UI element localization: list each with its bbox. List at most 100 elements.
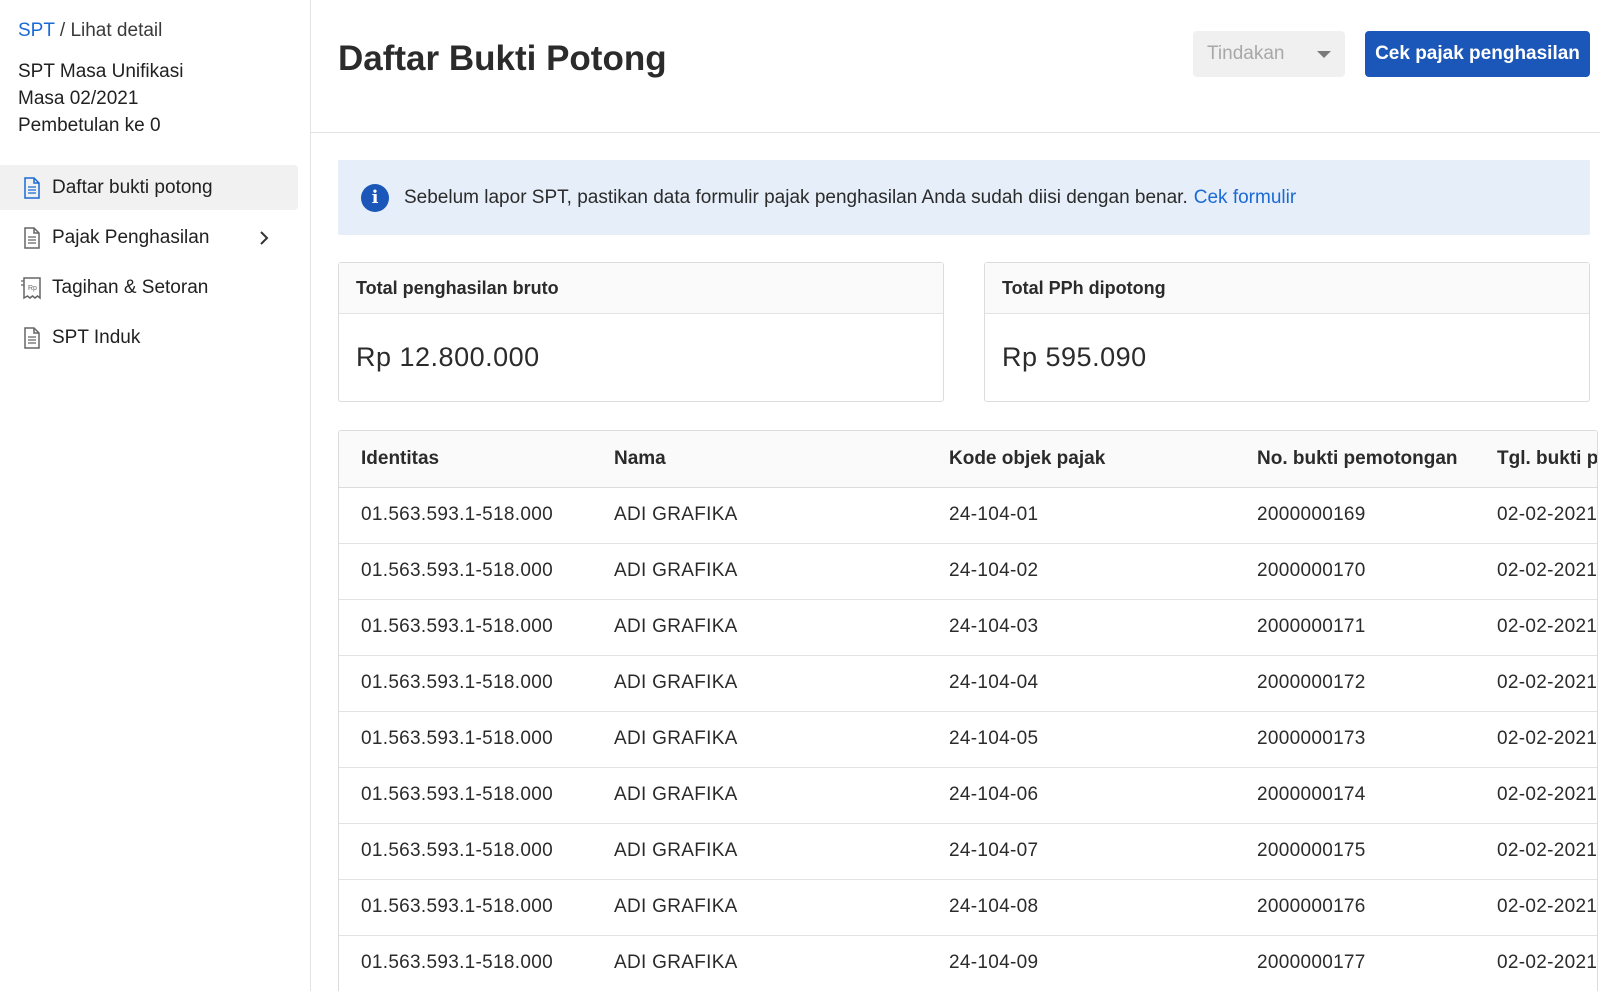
sidebar-item-pajak-penghasilan[interactable]: Pajak Penghasilan [0,215,298,260]
cell-no-bukti: 2000000170 [1235,543,1475,600]
column-header-tgl-bukti: Tgl. bukti potong [1475,431,1597,488]
sidebar-nav: Daftar bukti potong Pajak Penghasilan Rp… [0,165,310,360]
cell-kode-objek-pajak: 24-104-03 [927,599,1235,656]
breadcrumb-separator: / [54,20,71,41]
cell-tgl-bukti: 02-02-2021 [1475,879,1597,936]
cell-identitas: 01.563.593.1-518.000 [339,487,592,544]
sidebar-item-tagihan-setoran[interactable]: Rp Tagihan & Setoran [0,265,298,310]
info-banner: i Sebelum lapor SPT, pastikan data formu… [338,160,1590,235]
cell-nama: ADI GRAFIKA [592,599,927,656]
table-row[interactable]: 01.563.593.1-518.000 ADI GRAFIKA 24-104-08… [339,879,1597,936]
cell-no-bukti: 2000000171 [1235,599,1475,656]
cell-identitas: 01.563.593.1-518.000 [339,879,592,936]
sidebar-item-label: SPT Induk [52,326,141,348]
cell-kode-objek-pajak: 24-104-06 [927,767,1235,824]
info-icon: i [361,183,389,212]
cell-tgl-bukti: 02-02-2021 [1475,823,1597,880]
document-icon [20,326,44,350]
spt-period: Masa 02/2021 [18,88,139,109]
document-icon [20,226,44,250]
page-header: Daftar Bukti Potong Tindakan Cek pajak p… [311,0,1600,133]
spt-info: SPT Masa Unifikasi Masa 02/2021 Pembetul… [0,58,310,139]
cell-no-bukti: 2000000172 [1235,655,1475,712]
cell-no-bukti: 2000000169 [1235,487,1475,544]
sidebar-item-daftar-bukti-potong[interactable]: Daftar bukti potong [0,165,298,210]
breadcrumb-current: Lihat detail [70,20,163,41]
cell-tgl-bukti: 02-02-2021 [1475,543,1597,600]
cell-tgl-bukti: 02-02-2021 [1475,935,1597,991]
cell-kode-objek-pajak: 24-104-05 [927,711,1235,768]
cell-tgl-bukti: 02-02-2021 [1475,767,1597,824]
sidebar-item-label: Pajak Penghasilan [52,226,210,248]
cell-tgl-bukti: 02-02-2021 [1475,655,1597,712]
cell-kode-objek-pajak: 24-104-01 [927,487,1235,544]
table-row[interactable]: 01.563.593.1-518.000 ADI GRAFIKA 24-104-04… [339,655,1597,712]
cell-no-bukti: 2000000174 [1235,767,1475,824]
total-pph-card: Total PPh dipotong Rp 595.090 [984,262,1590,402]
spt-revision: Pembetulan ke 0 [18,115,161,136]
cell-nama: ADI GRAFIKA [592,487,927,544]
table-row[interactable]: 01.563.593.1-518.000 ADI GRAFIKA 24-104-02… [339,543,1597,600]
cell-nama: ADI GRAFIKA [592,655,927,712]
cell-nama: ADI GRAFIKA [592,823,927,880]
cell-identitas: 01.563.593.1-518.000 [339,543,592,600]
total-bruto-label: Total penghasilan bruto [339,263,943,314]
breadcrumb-spt-link[interactable]: SPT [18,20,55,41]
sidebar-item-label: Daftar bukti potong [52,176,213,198]
column-header-kode-objek-pajak: Kode objek pajak [927,431,1235,488]
cell-no-bukti: 2000000176 [1235,879,1475,936]
document-icon [20,176,44,200]
total-pph-label: Total PPh dipotong [985,263,1589,314]
app-root: SPT / Lihat detail SPT Masa Unifikasi Ma… [0,0,1600,991]
cell-kode-objek-pajak: 24-104-04 [927,655,1235,712]
cell-nama: ADI GRAFIKA [592,935,927,991]
total-bruto-card: Total penghasilan bruto Rp 12.800.000 [338,262,944,402]
cek-pajak-penghasilan-button[interactable]: Cek pajak penghasilan [1365,31,1590,77]
cell-identitas: 01.563.593.1-518.000 [339,767,592,824]
table-row[interactable]: 01.563.593.1-518.000 ADI GRAFIKA 24-104-05… [339,711,1597,768]
cek-formulir-link[interactable]: Cek formulir [1194,187,1296,209]
cell-kode-objek-pajak: 24-104-09 [927,935,1235,991]
actions-dropdown[interactable]: Tindakan [1193,31,1345,77]
svg-text:Rp: Rp [28,285,37,292]
table-row[interactable]: 01.563.593.1-518.000 ADI GRAFIKA 24-104-06… [339,767,1597,824]
actions-dropdown-label: Tindakan [1207,43,1285,64]
table-row[interactable]: 01.563.593.1-518.000 ADI GRAFIKA 24-104-07… [339,823,1597,880]
cell-tgl-bukti: 02-02-2021 [1475,711,1597,768]
cell-no-bukti: 2000000177 [1235,935,1475,991]
table-row[interactable]: 01.563.593.1-518.000 ADI GRAFIKA 24-104-01… [339,487,1597,544]
bukti-potong-table: Identitas Nama Kode objek pajak No. bukt… [339,431,1597,991]
column-header-nama: Nama [592,431,927,488]
caret-down-icon [1317,51,1331,58]
table-body: 01.563.593.1-518.000 ADI GRAFIKA 24-104-01… [339,487,1597,991]
cell-identitas: 01.563.593.1-518.000 [339,823,592,880]
receipt-icon: Rp [20,276,44,300]
cell-nama: ADI GRAFIKA [592,767,927,824]
cell-kode-objek-pajak: 24-104-07 [927,823,1235,880]
cell-identitas: 01.563.593.1-518.000 [339,599,592,656]
cell-nama: ADI GRAFIKA [592,711,927,768]
table-row[interactable]: 01.563.593.1-518.000 ADI GRAFIKA 24-104-03… [339,599,1597,656]
cell-tgl-bukti: 02-02-2021 [1475,487,1597,544]
total-pph-value: Rp 595.090 [1002,342,1147,372]
table-row[interactable]: 01.563.593.1-518.000 ADI GRAFIKA 24-104-09… [339,935,1597,991]
sidebar-item-spt-induk[interactable]: SPT Induk [0,315,298,360]
spt-type: SPT Masa Unifikasi [18,61,184,82]
cell-nama: ADI GRAFIKA [592,879,927,936]
cell-identitas: 01.563.593.1-518.000 [339,711,592,768]
cell-no-bukti: 2000000175 [1235,823,1475,880]
total-bruto-value: Rp 12.800.000 [356,342,540,372]
sidebar: SPT / Lihat detail SPT Masa Unifikasi Ma… [0,0,311,991]
column-header-identitas: Identitas [339,431,592,488]
main-content: Daftar Bukti Potong Tindakan Cek pajak p… [311,0,1600,991]
bukti-potong-table-container[interactable]: Identitas Nama Kode objek pajak No. bukt… [338,430,1598,991]
page-title: Daftar Bukti Potong [338,39,667,78]
table-header-row: Identitas Nama Kode objek pajak No. bukt… [339,431,1597,488]
chevron-right-icon[interactable] [252,226,276,250]
cell-identitas: 01.563.593.1-518.000 [339,655,592,712]
column-header-no-bukti: No. bukti pemotongan [1235,431,1475,488]
cell-no-bukti: 2000000173 [1235,711,1475,768]
cell-kode-objek-pajak: 24-104-08 [927,879,1235,936]
cell-tgl-bukti: 02-02-2021 [1475,599,1597,656]
sidebar-item-label: Tagihan & Setoran [52,276,209,298]
